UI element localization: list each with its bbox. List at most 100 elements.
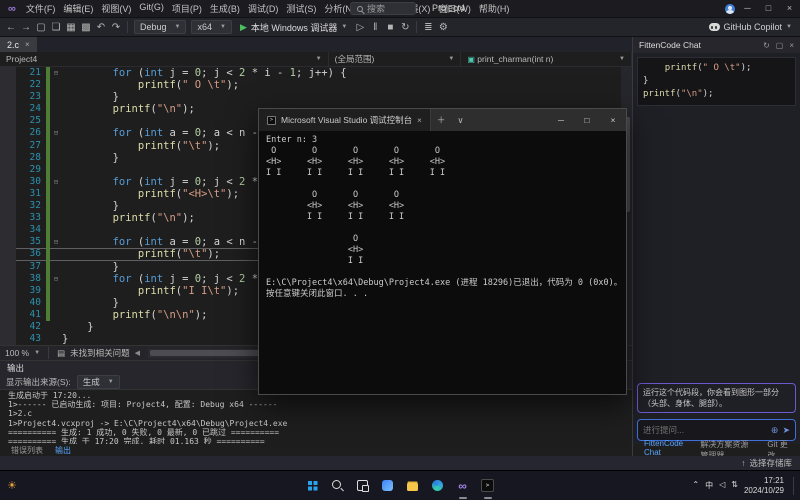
breakpoint-margin[interactable]: [0, 333, 16, 345]
network-icon[interactable]: ⇅: [731, 480, 738, 491]
redo-icon[interactable]: ↷: [109, 22, 123, 33]
new-tab-icon[interactable]: ＋: [431, 114, 452, 126]
menu-item[interactable]: 项目(P): [168, 2, 206, 15]
weather-widget[interactable]: ☀: [7, 479, 17, 492]
zoom-level[interactable]: 100 %: [5, 348, 29, 358]
breakpoint-margin[interactable]: [0, 200, 16, 212]
breakpoint-margin[interactable]: [0, 176, 16, 188]
save-all-icon[interactable]: ▩: [79, 22, 93, 33]
refresh-icon[interactable]: ↻: [763, 41, 770, 50]
close-icon[interactable]: ×: [781, 0, 798, 17]
platform-dropdown[interactable]: x64 ▼: [191, 20, 231, 34]
minimize-icon[interactable]: ─: [739, 0, 756, 17]
visual-studio-icon[interactable]: [454, 477, 472, 495]
breadcrumb-project-dropdown[interactable]: Project4 ▼: [0, 52, 329, 66]
breakpoint-margin[interactable]: [0, 164, 16, 176]
select-repository-button[interactable]: ↑ 选择存储库: [741, 457, 792, 469]
configuration-dropdown[interactable]: Debug ▼: [134, 20, 186, 34]
menu-item[interactable]: Git(G): [135, 2, 168, 15]
breakpoint-margin[interactable]: [0, 224, 16, 236]
attach-icon[interactable]: ⊕: [771, 425, 779, 436]
console-title-bar[interactable]: > Microsoft Visual Studio 调试控制台 × ＋ ∨ ─ …: [259, 109, 626, 131]
solution-explorer-icon[interactable]: ≣: [421, 22, 435, 33]
minimize-icon[interactable]: ─: [548, 109, 574, 131]
settings-icon[interactable]: ⚙: [436, 22, 450, 33]
output-source-dropdown[interactable]: 生成 ▼: [77, 375, 120, 389]
break-all-icon[interactable]: ‖: [368, 22, 382, 33]
tab-dropdown-icon[interactable]: ∨: [451, 115, 469, 126]
window-position-icon[interactable]: ▢: [776, 41, 784, 50]
menu-item[interactable]: 帮助(H): [475, 2, 514, 15]
github-copilot-button[interactable]: GitHub Copilot ▼: [705, 22, 796, 32]
close-icon[interactable]: ×: [600, 109, 626, 131]
breakpoint-margin[interactable]: [0, 285, 16, 297]
breakpoint-margin[interactable]: [0, 152, 16, 164]
start-icon[interactable]: [304, 477, 322, 495]
chat-input-box[interactable]: ⊕ ➤: [637, 419, 796, 441]
breakpoint-margin[interactable]: [0, 248, 16, 260]
taskbar-clock[interactable]: 17:21 2024/10/29: [744, 476, 784, 496]
close-panel-icon[interactable]: ×: [789, 41, 794, 50]
tab-close-icon[interactable]: ×: [25, 40, 30, 49]
fold-marker[interactable]: ⊟: [50, 67, 62, 79]
bottom-tab-1[interactable]: 输出: [49, 445, 77, 456]
tray-expand-icon[interactable]: ⌃: [692, 480, 699, 491]
breakpoint-margin[interactable]: [0, 140, 16, 152]
menu-item[interactable]: 测试(S): [282, 2, 320, 15]
breakpoint-margin[interactable]: [0, 67, 16, 79]
explorer-icon[interactable]: [404, 477, 422, 495]
start-without-debugging-icon[interactable]: ▷: [353, 22, 367, 33]
breakpoint-margin[interactable]: [0, 127, 16, 139]
menu-item[interactable]: 编辑(E): [59, 2, 97, 15]
chat-input[interactable]: [643, 425, 767, 435]
breakpoint-margin[interactable]: [0, 236, 16, 248]
fold-marker[interactable]: ⊟: [50, 176, 62, 188]
breakpoint-margin[interactable]: [0, 297, 16, 309]
search-box[interactable]: 搜索: [350, 2, 416, 15]
menu-item[interactable]: 视图(V): [97, 2, 135, 15]
breadcrumb-scope-dropdown[interactable]: (全局范围) ▼: [329, 52, 462, 66]
fold-marker[interactable]: ⊟: [50, 236, 62, 248]
fold-marker[interactable]: ⊟: [50, 127, 62, 139]
task-view-icon[interactable]: [354, 477, 372, 495]
scroll-left-icon[interactable]: ◀: [135, 349, 140, 357]
ime-indicator-icon[interactable]: 中: [705, 480, 713, 491]
menu-item[interactable]: 文件(F): [22, 2, 60, 15]
undo-icon[interactable]: ↶: [94, 22, 108, 33]
start-debugging-button[interactable]: ▶ 本地 Windows 调试器 ▼: [235, 21, 352, 34]
console-tab[interactable]: > Microsoft Visual Studio 调试控制台 ×: [259, 109, 431, 131]
fold-marker[interactable]: ⊟: [50, 273, 62, 285]
code-line[interactable]: 22 printf(" O \t");: [0, 79, 632, 91]
breakpoint-margin[interactable]: [0, 261, 16, 273]
breakpoint-margin[interactable]: [0, 103, 16, 115]
menu-item[interactable]: 调试(D): [244, 2, 283, 15]
breakpoint-margin[interactable]: [0, 212, 16, 224]
breakpoint-margin[interactable]: [0, 309, 16, 321]
breakpoint-margin[interactable]: [0, 91, 16, 103]
code-line[interactable]: 23 }: [0, 91, 632, 103]
show-desktop-button[interactable]: [793, 477, 795, 495]
edge-icon[interactable]: [429, 477, 447, 495]
breakpoint-margin[interactable]: [0, 188, 16, 200]
widgets-icon[interactable]: [379, 477, 397, 495]
breadcrumb-member-dropdown[interactable]: ▣ print_charman(int n) ▼: [461, 52, 632, 66]
breakpoint-margin[interactable]: [0, 79, 16, 91]
save-icon[interactable]: ▦: [64, 22, 78, 33]
breakpoint-margin[interactable]: [0, 115, 16, 127]
nav-back-icon[interactable]: ←: [4, 22, 18, 33]
scrollbar-thumb[interactable]: [150, 350, 270, 356]
search-icon[interactable]: [329, 477, 347, 495]
menu-item[interactable]: 生成(B): [206, 2, 244, 15]
new-file-icon[interactable]: ▢: [34, 22, 48, 33]
maximize-icon[interactable]: □: [574, 109, 600, 131]
code-line[interactable]: 21⊟ for (int j = 0; j < 2 * i - 1; j++) …: [0, 67, 632, 79]
account-icon[interactable]: [725, 4, 735, 14]
document-tab[interactable]: 2.c ×: [0, 37, 37, 52]
nav-forward-icon[interactable]: →: [19, 22, 33, 33]
stop-icon[interactable]: ■: [383, 22, 397, 33]
breakpoint-margin[interactable]: [0, 273, 16, 285]
restart-icon[interactable]: ↻: [398, 22, 412, 33]
open-folder-icon[interactable]: ❏: [49, 22, 63, 33]
terminal-icon[interactable]: [479, 477, 497, 495]
bottom-tab-0[interactable]: 错误列表: [5, 445, 49, 456]
